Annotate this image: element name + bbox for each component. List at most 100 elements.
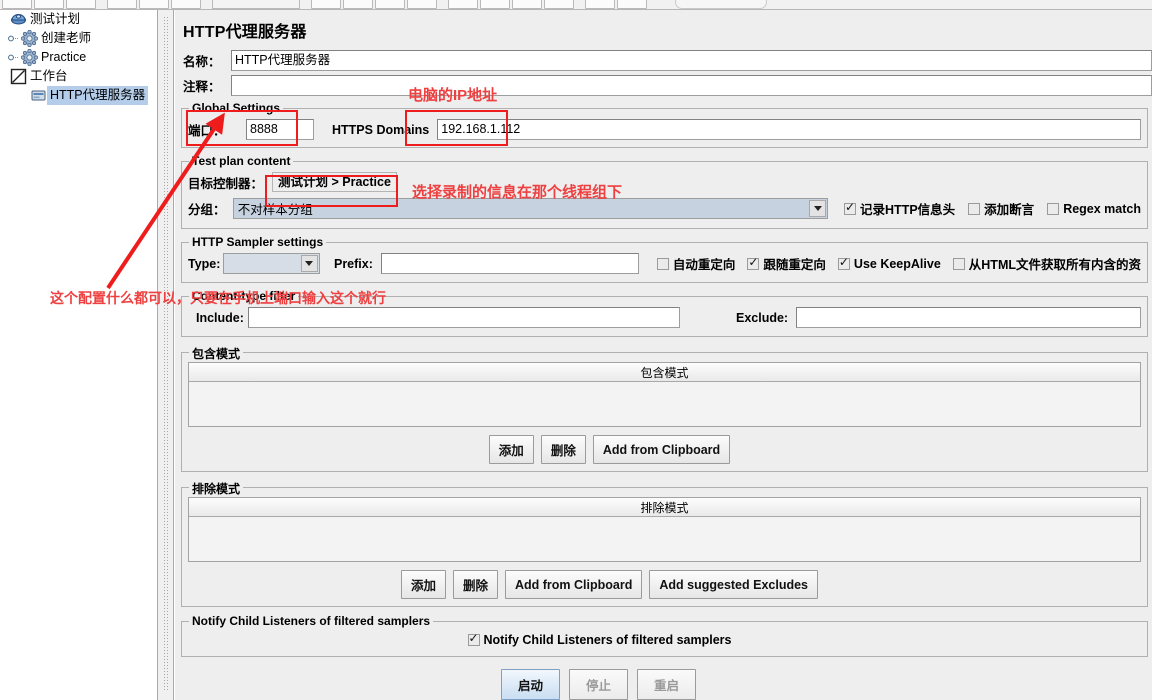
toolbar-separator [98,0,105,9]
toolbar-separator [439,0,446,9]
tree-item-thread-group-2[interactable]: Practice [0,48,157,67]
comment-input[interactable] [231,75,1152,96]
checkbox-label: 从HTML文件获取所有内含的资 [968,258,1141,272]
checkbox-record-http-headers[interactable]: 记录HTTP信息头 [844,199,955,218]
main-toolbar[interactable] [0,0,1152,10]
toolbar-button[interactable] [407,0,437,9]
name-label: 名称： [183,55,221,69]
panel-splitter[interactable] [158,10,174,700]
checkbox-label: Notify Child Listeners of filtered sampl… [483,633,732,647]
http-sampler-settings-title: HTTP Sampler settings [189,235,327,249]
toolbar-button[interactable] [448,0,478,9]
test-plan-content-title: Test plan content [189,154,294,168]
name-field-row: 名称： HTTP代理服务器 [175,49,1152,72]
toolbar-button[interactable] [480,0,510,9]
exclude-patterns-buttons: 添加 删除 Add from Clipboard Add suggested E… [188,562,1141,599]
checkbox-add-assertions[interactable]: 添加断言 [968,199,1034,218]
prefix-input[interactable] [380,253,639,274]
type-select[interactable] [222,253,320,274]
checkbox-box [952,257,965,270]
toolbar-button[interactable] [66,0,96,9]
exclude-add-from-clipboard-button[interactable]: Add from Clipboard [505,570,643,599]
exclude-patterns-table-body[interactable] [189,517,1140,561]
toolbar-button[interactable] [2,0,32,9]
checkbox-follow-redirect[interactable]: 跟随重定向 [747,254,826,273]
include-add-from-clipboard-button[interactable]: Add from Clipboard [592,435,731,464]
content-type-filter-title: Content-type filter [189,289,299,303]
exclude-input[interactable] [796,307,1141,328]
include-patterns-title: 包含模式 [189,345,244,362]
checkbox-box [747,255,760,270]
include-label: Include: [196,310,244,325]
grouping-select[interactable]: 不对样本分组 [232,198,829,219]
include-delete-button[interactable]: 删除 [540,435,586,464]
include-patterns-buttons: 添加 删除 Add from Clipboard [188,427,1141,464]
toolbar-combo[interactable] [212,0,300,9]
checkbox-retrieve-embedded-resources[interactable]: 从HTML文件获取所有内含的资 [952,254,1141,273]
toolbar-button[interactable] [512,0,542,9]
target-controller-row: 目标控制器： 测试计划 > Practice [188,172,1141,192]
toolbar-separator [576,0,583,9]
toolbar-button[interactable] [585,0,615,9]
toolbar-button[interactable] [617,0,647,9]
checkbox-box [1047,202,1060,215]
tree-item-label: HTTP代理服务器 [47,86,149,105]
exclude-add-suggested-button[interactable]: Add suggested Excludes [649,570,819,599]
exclude-patterns-column-header: 排除模式 [189,498,1140,517]
checkbox-label: 添加断言 [984,203,1035,217]
toolbar-button[interactable] [107,0,137,9]
grouping-value: 不对样本分组 [237,203,313,217]
include-patterns-table-body[interactable] [189,382,1140,426]
include-input[interactable] [248,307,680,328]
chevron-down-icon[interactable] [300,255,318,272]
include-patterns-table[interactable]: 包含模式 [188,362,1141,427]
toolbar-button[interactable] [139,0,169,9]
port-input[interactable]: 8888 [246,119,314,140]
toolbar-button[interactable] [544,0,574,9]
expand-handle-icon[interactable] [8,48,21,67]
test-plan-content-group: Test plan content 目标控制器： 测试计划 > Practice… [181,154,1148,229]
tree-item-workbench[interactable]: 工作台 [0,67,157,86]
exclude-delete-button[interactable]: 删除 [452,570,498,599]
start-button[interactable]: 启动 [500,669,560,700]
restart-button[interactable]: 重启 [637,669,697,700]
toolbar-button[interactable] [171,0,201,9]
checkbox-notify-child-listeners[interactable]: Notify Child Listeners of filtered sampl… [467,631,732,647]
stop-button[interactable]: 停止 [568,669,628,700]
tree-item-thread-group-1[interactable]: 创建老师 [0,29,157,48]
content-type-filter-group: Content-type filter Include: Exclude: [181,289,1148,337]
target-controller-value[interactable]: 测试计划 > Practice [272,172,397,192]
toolbar-button[interactable] [375,0,405,9]
global-settings-group: Global Settings 端口： 8888 HTTPS Domains 1… [181,101,1148,148]
comment-label: 注释： [183,80,221,94]
tree-item-http-proxy-server[interactable]: HTTP代理服务器 [0,86,157,105]
checkbox-regex-match[interactable]: Regex match [1047,202,1141,216]
chevron-down-icon[interactable] [809,200,827,217]
exclude-patterns-table[interactable]: 排除模式 [188,497,1141,562]
checkbox-use-keepalive[interactable]: Use KeepAlive [837,255,941,271]
toolbar-button[interactable] [343,0,373,9]
workbench-icon [10,68,27,85]
toolbar-button[interactable] [311,0,341,9]
checkbox-box [968,202,981,215]
https-domains-input[interactable]: 192.168.1.112 [437,119,1141,140]
checkbox-box [837,255,850,270]
toolbar-separator [203,0,210,9]
content-type-filter-row: Include: Exclude: [188,307,1141,328]
https-domains-label: HTTPS Domains [332,122,430,137]
page-title: HTTP代理服务器 [183,24,307,41]
port-label: 端口： [188,124,226,138]
checkbox-label: 自动重定向 [672,258,736,272]
grouping-label: 分组： [188,203,226,217]
checkbox-auto-redirect[interactable]: 自动重定向 [656,254,736,273]
expand-handle-icon[interactable] [8,29,21,48]
tree-item-label: 工作台 [30,69,68,83]
include-add-button[interactable]: 添加 [488,435,534,464]
toolbar-button[interactable] [34,0,64,9]
name-input[interactable]: HTTP代理服务器 [231,50,1152,71]
test-plan-tree[interactable]: 测试计划 创建老师 Practice 工作台 HTTP代理服务器 [0,10,158,700]
checkbox-box [844,200,857,215]
exclude-add-button[interactable]: 添加 [400,570,446,599]
tree-item-test-plan[interactable]: 测试计划 [0,10,157,29]
include-patterns-column-header: 包含模式 [189,363,1140,382]
